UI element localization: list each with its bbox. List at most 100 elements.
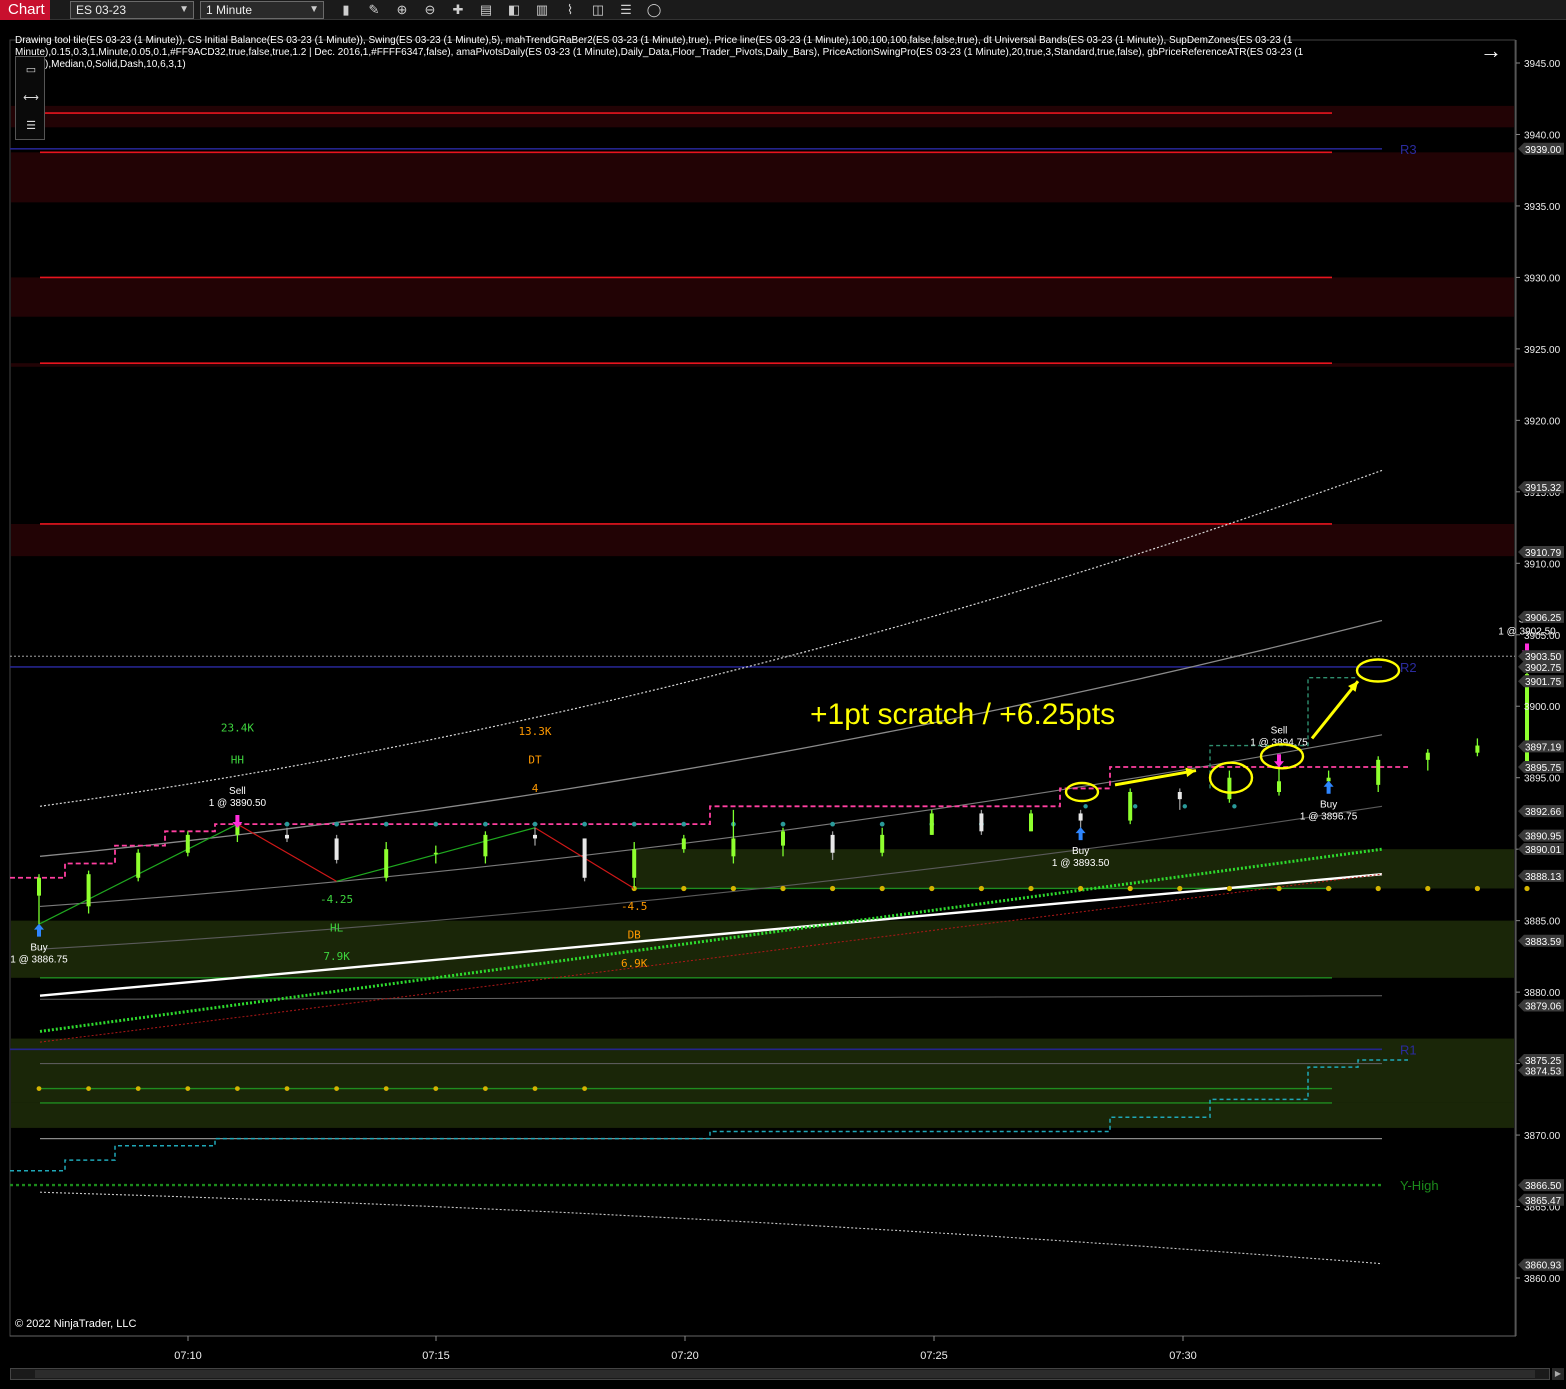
swing-dot bbox=[1524, 885, 1530, 892]
price-axis-label: 3925.00 bbox=[1524, 345, 1561, 356]
demand-zone bbox=[11, 1038, 1514, 1103]
time-axis-label: 07:25 bbox=[920, 1350, 948, 1362]
scrollbar-thumb[interactable] bbox=[35, 1370, 1535, 1378]
properties-icon[interactable]: ▤ bbox=[476, 1, 496, 19]
price-axis-label: 3880.00 bbox=[1524, 988, 1561, 999]
swing-dot bbox=[1375, 885, 1381, 892]
swing-dot bbox=[383, 1086, 389, 1092]
trend-dot bbox=[1083, 804, 1088, 809]
horizontal-scrollbar[interactable] bbox=[10, 1368, 1550, 1380]
demand-zone bbox=[11, 1102, 1514, 1128]
chart-toolbar: Chart ES 03-23 ▼ 1 Minute ▼ ▮ ✎ ⊕ ⊖ ✚ ▤ ◧ ▥ ⌇ ◫ ☰ ◯ bbox=[0, 0, 1566, 20]
data-series-icon[interactable]: ◫ bbox=[588, 1, 608, 19]
trend-dot bbox=[879, 821, 885, 827]
swing-dot bbox=[185, 1086, 191, 1092]
pencil-draw-icon[interactable]: ✎ bbox=[364, 1, 384, 19]
trade-annotation: +1pt scratch / +6.25pts bbox=[810, 698, 1115, 731]
trend-dot bbox=[383, 821, 389, 827]
swing-dot bbox=[334, 1086, 339, 1092]
swing-label: 23.4K bbox=[221, 721, 254, 734]
candle-body bbox=[185, 834, 190, 853]
arrow-right-icon[interactable]: → bbox=[1480, 38, 1502, 64]
candle-body bbox=[37, 877, 41, 896]
clock-icon[interactable]: ◯ bbox=[644, 1, 664, 19]
chevron-down-icon: ▼ bbox=[309, 4, 319, 15]
price-marker-label: 3910.79 bbox=[1525, 548, 1562, 559]
trend-dot bbox=[780, 821, 786, 827]
swing-dot bbox=[135, 1086, 141, 1092]
trade-label: Sell bbox=[1271, 725, 1288, 736]
indicators-icon[interactable]: ⌇ bbox=[560, 1, 580, 19]
candle-body bbox=[582, 838, 587, 878]
supply-zone bbox=[11, 277, 1514, 317]
menu-lines-icon[interactable]: ☰ bbox=[22, 119, 40, 133]
swing-label: 4 bbox=[532, 782, 539, 795]
trend-dot bbox=[334, 821, 339, 827]
price-chart[interactable]: R3 R2 R1 Y-High 23.4K HH -4.25 HL 7.9K 13.3K DT 4 -4… bbox=[0, 20, 1566, 1368]
drawing-tool-tile[interactable]: ▭ ⟷ ☰ bbox=[15, 56, 45, 140]
swing-dot bbox=[433, 1086, 439, 1092]
price-axis-label: 3920.00 bbox=[1524, 416, 1561, 427]
supply-zone bbox=[11, 152, 1514, 203]
swing-dot bbox=[1276, 885, 1282, 892]
templates-icon[interactable]: ☰ bbox=[616, 1, 636, 19]
price-marker-label: 3901.75 bbox=[1525, 677, 1562, 688]
interval-value: 1 Minute bbox=[206, 3, 253, 17]
zoom-in-icon[interactable]: ⊕ bbox=[392, 1, 412, 19]
price-axis-label: 3900.00 bbox=[1524, 702, 1561, 713]
trade-label: Buy bbox=[1072, 846, 1089, 857]
candle-body bbox=[433, 852, 438, 855]
trend-dot bbox=[532, 821, 538, 827]
price-marker-label: 3897.19 bbox=[1525, 742, 1562, 753]
candle-body bbox=[1029, 813, 1033, 832]
trend-dot bbox=[1232, 804, 1237, 809]
instrument-selector[interactable]: ES 03-23 ▼ bbox=[70, 1, 194, 19]
time-axis-label: 07:20 bbox=[671, 1350, 699, 1362]
time-axis-label: 07:15 bbox=[422, 1350, 450, 1362]
price-axis-label: 3930.00 bbox=[1524, 273, 1561, 284]
candle-body bbox=[86, 874, 91, 907]
candle-body bbox=[632, 849, 637, 878]
swing-dot bbox=[730, 885, 737, 892]
trade-detail: 1 @ 3886.75 bbox=[10, 955, 68, 966]
trade-label: Buy bbox=[30, 943, 47, 954]
scroll-right-icon[interactable]: ▶ bbox=[1552, 1368, 1564, 1380]
chart-tab[interactable]: Chart bbox=[0, 0, 50, 20]
price-marker-label: 3895.75 bbox=[1525, 763, 1562, 774]
price-marker-label: 3892.66 bbox=[1525, 807, 1562, 818]
candle-body bbox=[384, 849, 389, 878]
zoom-out-icon[interactable]: ⊖ bbox=[420, 1, 440, 19]
trend-dot bbox=[1133, 804, 1138, 809]
trend-dot bbox=[631, 821, 637, 827]
swing-label: -4.5 bbox=[621, 900, 648, 913]
strategies-icon[interactable]: ▥ bbox=[532, 1, 552, 19]
layout-icon[interactable]: ◧ bbox=[504, 1, 524, 19]
price-axis-label: 3945.00 bbox=[1524, 59, 1561, 70]
pivot-label: Y-High bbox=[1400, 1178, 1439, 1193]
price-marker-label: 3879.06 bbox=[1525, 1002, 1562, 1013]
price-marker-label: 3890.95 bbox=[1525, 832, 1562, 843]
pivot-label: R1 bbox=[1400, 1042, 1417, 1057]
bars-type-icon[interactable]: ▮ bbox=[336, 1, 356, 19]
swing-dot bbox=[86, 1086, 91, 1092]
crosshair-icon[interactable]: ✚ bbox=[448, 1, 468, 19]
price-axis-label: 3935.00 bbox=[1524, 202, 1561, 213]
swing-dot bbox=[1425, 885, 1431, 892]
price-axis-label: 3905.00 bbox=[1524, 631, 1561, 642]
price-marker-label: 3866.50 bbox=[1525, 1181, 1562, 1192]
price-marker-label: 3888.13 bbox=[1525, 872, 1562, 883]
price-axis-label: 3940.00 bbox=[1524, 130, 1561, 141]
price-axis-label: 3895.00 bbox=[1524, 774, 1561, 785]
candle-body bbox=[1425, 752, 1430, 760]
horizontal-arrow-icon[interactable]: ⟷ bbox=[22, 91, 40, 105]
swing-label: 7.9K bbox=[323, 950, 350, 963]
swing-dot bbox=[483, 1086, 488, 1092]
interval-selector[interactable]: 1 Minute ▼ bbox=[200, 1, 324, 19]
ruler-icon[interactable]: ▭ bbox=[22, 63, 40, 77]
trend-dot bbox=[582, 821, 587, 827]
trend-dot bbox=[1182, 804, 1188, 809]
price-marker-label: 3874.53 bbox=[1525, 1066, 1562, 1077]
time-axis-label: 07:30 bbox=[1169, 1350, 1197, 1362]
swing-label: 13.3K bbox=[518, 725, 551, 738]
pivot-label: R2 bbox=[1400, 660, 1417, 675]
